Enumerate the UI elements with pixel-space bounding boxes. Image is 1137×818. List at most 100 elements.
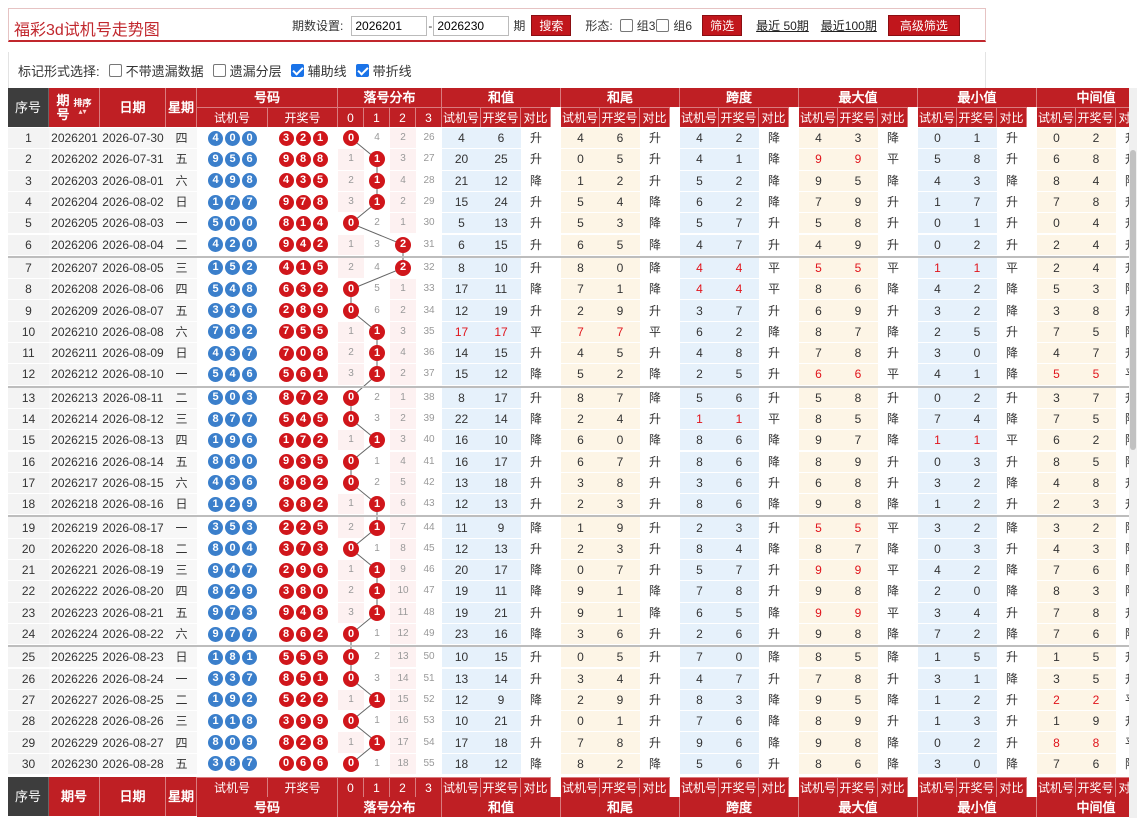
page-title: 福彩3d试机号走势图 — [14, 22, 160, 39]
trial-ball: 3 — [208, 303, 223, 319]
row-date: 2026-08-01 — [100, 170, 166, 191]
row-stat-draw: 2 — [957, 300, 997, 321]
row-date: 2026-08-24 — [100, 668, 166, 689]
row-stat-trial: 7 — [1037, 321, 1076, 342]
row-stat-draw: 4 — [1076, 234, 1116, 255]
search-button[interactable]: 搜索 — [531, 15, 572, 36]
row-issue: 2026206 — [49, 234, 100, 255]
row-stat-trial: 3 — [561, 472, 600, 494]
row-dist-1: 5 — [364, 279, 390, 300]
row-date: 2026-08-05 — [100, 257, 166, 279]
option-polyline-checkbox[interactable] — [355, 63, 369, 77]
row-stat-draw: 15 — [481, 234, 521, 255]
filter-button[interactable]: 筛选 — [702, 15, 743, 36]
row-stat-trial: 7 — [799, 191, 838, 213]
option-no-omission-checkbox[interactable] — [108, 63, 122, 77]
option-omission-layers-checkbox[interactable] — [212, 63, 226, 77]
row-dist-0: 0 — [338, 473, 364, 493]
scrollbar[interactable] — [1129, 88, 1137, 818]
row-stat-trial: 5 — [799, 213, 838, 234]
trial-ball: 7 — [242, 671, 257, 687]
header-issue[interactable]: 期号 排序 ▴▾ — [49, 88, 100, 127]
option-omission-layers[interactable]: 遗漏分层 — [212, 61, 282, 80]
row-stat-trial: 6 — [799, 300, 838, 321]
row-stat-compare: 升 — [521, 647, 551, 668]
row-stat-compare: 升 — [759, 668, 789, 689]
row-stat-compare: 降 — [640, 257, 670, 279]
recent-100-link[interactable]: 最近100期 — [821, 17, 877, 34]
row-seq: 29 — [8, 732, 49, 753]
recent-50-link[interactable]: 最近 50期 — [756, 17, 809, 34]
row-week: 五 — [166, 602, 197, 623]
row-stat-compare: 平 — [878, 257, 908, 279]
row-stat-trial: 4 — [1037, 343, 1076, 364]
row-stat-draw: 8 — [838, 494, 878, 515]
row-stat-draw: 18 — [481, 472, 521, 494]
row-stat-compare: 降 — [1116, 753, 1129, 774]
row-stat-trial: 15 — [442, 364, 481, 385]
row-issue: 2026208 — [49, 279, 100, 300]
row-stat-compare: 降 — [1116, 279, 1129, 300]
group3-checkbox[interactable] — [619, 19, 633, 32]
header-sub-trial: 试机号 — [918, 107, 957, 127]
row-stat-trial: 7 — [1037, 191, 1076, 213]
draw-ball: 8 — [278, 626, 294, 642]
option-aux-lines-checkbox[interactable] — [290, 63, 304, 77]
row-stat-compare: 降 — [1116, 581, 1129, 602]
draw-ball: 8 — [295, 151, 311, 167]
row-stat-trial: 4 — [680, 668, 719, 689]
trial-ball: 3 — [242, 605, 257, 621]
row-dist-1: 2 — [364, 647, 390, 668]
row-seq: 27 — [8, 689, 49, 711]
row-stat-draw: 5 — [1076, 364, 1116, 385]
header-group-1: 和尾 — [561, 88, 680, 107]
row-stat-compare: 升 — [759, 364, 789, 385]
row-date: 2026-08-07 — [100, 300, 166, 321]
scrollbar-thumb[interactable] — [1130, 150, 1136, 450]
row-stat-draw: 1 — [600, 279, 640, 300]
row-dist-2: 2 — [390, 300, 416, 321]
dist-hit-ball: 1 — [369, 496, 385, 513]
row-stat-compare: 升 — [759, 753, 789, 774]
row-stat-trial: 2 — [1037, 234, 1076, 255]
trial-ball: 6 — [242, 303, 257, 319]
row-stat-compare: 降 — [997, 170, 1027, 191]
row-stat-draw: 9 — [838, 602, 878, 623]
row-trial-balls: 809 — [197, 732, 268, 753]
row-stat-trial: 0 — [918, 128, 957, 149]
period-end-input[interactable] — [433, 15, 510, 36]
draw-ball: 5 — [278, 411, 294, 427]
row-stat-trial: 5 — [561, 364, 600, 385]
row-stat-draw: 8 — [1076, 300, 1116, 321]
row-stat-trial: 22 — [442, 408, 481, 430]
advanced-filter-button[interactable]: 高级筛选 — [887, 15, 960, 36]
row-stat-trial: 0 — [918, 451, 957, 472]
group6-checkbox[interactable] — [656, 19, 670, 32]
row-stat-draw: 9 — [481, 689, 521, 711]
option-no-omission[interactable]: 不带遗漏数据 — [108, 61, 204, 80]
row-stat-trial: 17 — [442, 321, 481, 342]
row-week: 三 — [166, 408, 197, 430]
row-issue: 2026227 — [49, 689, 100, 711]
option-polyline[interactable]: 带折线 — [355, 61, 412, 80]
row-stat-trial: 13 — [442, 668, 481, 689]
row-stat-compare: 升 — [521, 149, 551, 170]
row-stat-trial: 9 — [799, 170, 838, 191]
row-stat-compare: 降 — [640, 753, 670, 774]
draw-ball: 2 — [312, 692, 328, 708]
sort-toggle[interactable]: 排序 ▴▾ — [73, 99, 91, 116]
row-draw-balls: 382 — [268, 494, 338, 515]
draw-ball: 2 — [312, 475, 328, 491]
row-issue: 2026217 — [49, 472, 100, 494]
draw-ball: 2 — [295, 130, 311, 146]
trial-ball: 1 — [225, 713, 240, 729]
row-stat-compare: 升 — [640, 451, 670, 472]
row-stat-compare: 降 — [1116, 517, 1129, 538]
row-seq: 30 — [8, 753, 49, 774]
option-aux-lines[interactable]: 辅助线 — [290, 61, 347, 80]
row-dist-1: 3 — [364, 668, 390, 689]
period-start-input[interactable] — [351, 15, 428, 36]
row-stat-trial: 13 — [442, 472, 481, 494]
row-date: 2026-08-20 — [100, 581, 166, 602]
row-stat-compare: 降 — [759, 149, 789, 170]
